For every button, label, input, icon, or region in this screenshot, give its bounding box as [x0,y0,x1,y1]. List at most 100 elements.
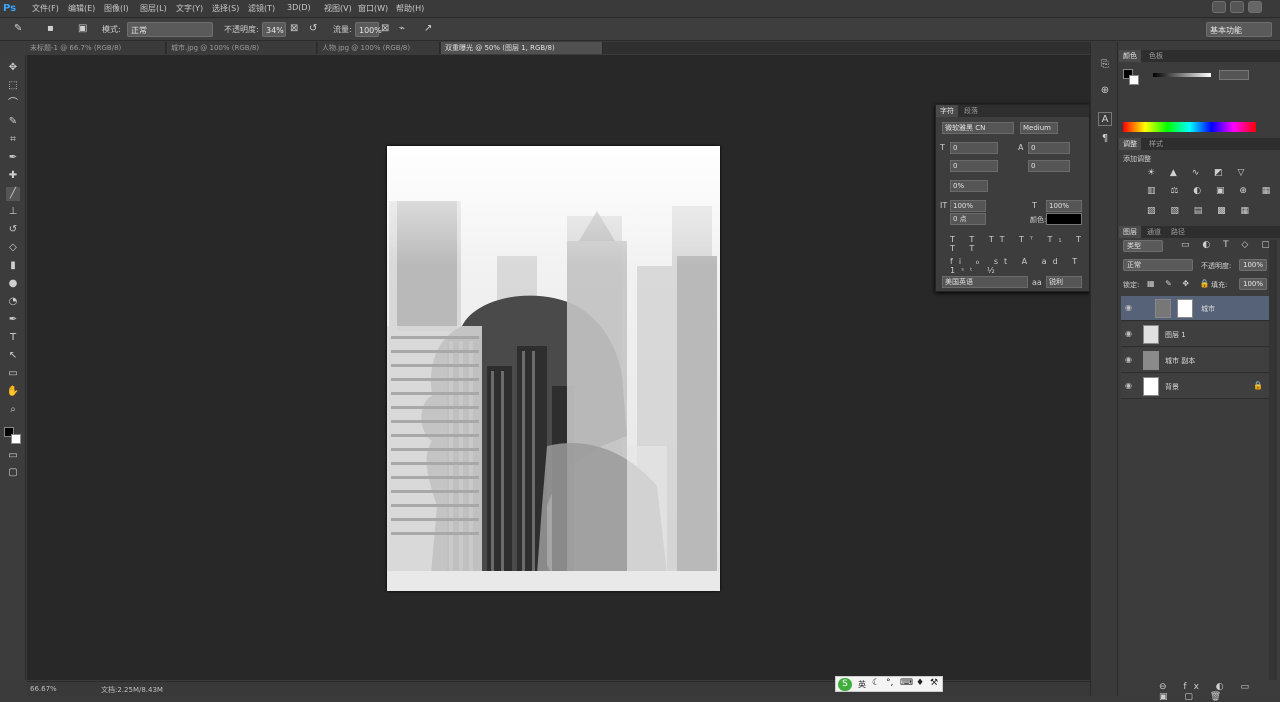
font-family-select[interactable]: 微软雅黑 CN [942,122,1014,134]
layer-mask-thumbnail[interactable] [1177,299,1193,318]
fill-field[interactable]: 100% [1239,278,1267,290]
color-sampler-icon[interactable]: ⊕ [1098,84,1112,98]
gradient-icon[interactable]: ▮ [6,259,20,273]
layer-actions-icons[interactable]: ⊖ fx ◐ ▭ ▣ ▢ 🗑 [1159,682,1280,702]
eraser-icon[interactable]: ◇ [6,241,20,255]
quick-select-icon[interactable]: ✎ [6,115,20,129]
minimize-button[interactable] [1212,1,1226,13]
layer-opacity-field[interactable]: 100% [1239,259,1267,271]
doc-tab[interactable]: 人物.jpg @ 100% (RGB/8) [318,42,440,54]
pen-icon[interactable]: ✒ [6,313,20,327]
layer-filter-icons[interactable]: ▭ ◐ T ◇ ▢ [1181,240,1275,250]
lasso-icon[interactable]: ⌒ [6,97,20,111]
menu-item[interactable]: 图层(L) [140,3,167,14]
zoom-icon[interactable]: ⌕ [6,403,20,417]
vertical-scale-field[interactable]: 100% [950,200,986,212]
menu-item[interactable]: 视图(V) [324,3,352,14]
doc-tab[interactable]: 未标题-1 @ 66.7% (RGB/8) [26,42,166,54]
horizontal-scale-field[interactable]: 100% [1046,200,1082,212]
tracking-field[interactable]: 0 [1028,160,1070,172]
quick-mask-icon[interactable]: ▭ [6,449,20,463]
canvas-area[interactable]: 字符 段落 微软雅黑 CN Medium T 0 A 0 0 0 0% IT 1… [27,55,1090,680]
layer-name[interactable]: 城市 副本 [1165,356,1195,366]
lock-icons[interactable]: ▦ ✎ ✥ 🔒 [1147,279,1214,288]
move-icon[interactable]: ✥ [6,61,20,75]
leading-field[interactable]: 0 [1028,142,1070,154]
color-value-field[interactable] [1219,70,1249,80]
brush-icon[interactable]: ╱ [6,187,20,201]
flow-dropdown-icon[interactable]: ⊠ [381,22,389,36]
document-canvas[interactable] [387,146,720,591]
language-select[interactable]: 美国英语 [942,276,1028,288]
tab-swatches[interactable]: 色板 [1145,50,1167,62]
brush-size-icon[interactable]: ▪ [47,22,54,36]
pressure-size-icon[interactable]: ↗ [424,22,432,36]
blend-mode-select[interactable]: 正常 [1123,259,1193,271]
layer-row[interactable]: ◉ 城市 [1121,296,1271,321]
punctuation-icon[interactable]: °, [886,678,893,688]
layer-row[interactable]: ◉ 背景 🔒 [1121,374,1271,399]
adjust-row1-icons[interactable]: ☀ ▲ ∿ ◩ ▽ [1147,168,1250,178]
ime-lang-icon[interactable]: 英 [858,679,866,690]
path-select-icon[interactable]: ↖ [6,349,20,363]
shape-icon[interactable]: ▭ [6,367,20,381]
color-bg-swatch[interactable] [1129,75,1139,85]
tab-styles[interactable]: 样式 [1145,138,1167,150]
visibility-eye-icon[interactable]: ◉ [1125,355,1132,364]
pressure-opacity-icon[interactable]: ↺ [309,22,317,36]
ime-logo-icon[interactable]: S [838,678,852,691]
moon-icon[interactable]: ☾ [872,678,880,688]
visibility-eye-icon[interactable]: ◉ [1125,381,1132,390]
adjust-row3-icons[interactable]: ▨ ▧ ▤ ▩ ▦ [1147,206,1255,216]
skin-icon[interactable]: ♦ [916,678,924,688]
mode-select[interactable]: 正常 [127,22,213,37]
history-icon[interactable]: ⎘ [1098,58,1112,72]
menu-item[interactable]: 滤镜(T) [248,3,275,14]
opacity-pressure-icon[interactable]: ⊠ [290,22,298,36]
layer-row[interactable]: ◉ 图层 1 [1121,322,1271,347]
zoom-readout[interactable]: 66.67% [30,685,57,693]
character-icon[interactable]: A [1098,112,1112,126]
scale-percent-field[interactable]: 0% [950,180,988,192]
menu-item[interactable]: 选择(S) [212,3,239,14]
adjust-row2-icons[interactable]: ▥ ⚖ ◐ ▣ ⊕ ▦ [1147,186,1276,196]
tab-channels[interactable]: 通道 [1143,226,1165,238]
menu-item[interactable]: 图像(I) [104,3,129,14]
antialias-select[interactable]: 锐利 [1046,276,1082,288]
layer-name[interactable]: 图层 1 [1165,330,1186,340]
eyedropper-icon[interactable]: ✒ [6,151,20,165]
layer-name[interactable]: 背景 [1165,382,1179,392]
screen-mode-icon[interactable]: ▢ [6,466,20,480]
color-slider[interactable] [1153,73,1211,77]
workspace-select[interactable]: 基本功能 [1206,22,1272,37]
tab-paths[interactable]: 路径 [1167,226,1189,238]
layer-name[interactable]: 城市 [1201,304,1215,314]
close-button[interactable] [1248,1,1262,13]
visibility-eye-icon[interactable]: ◉ [1125,329,1132,338]
tab-paragraph[interactable]: 段落 [960,105,982,117]
wrench-icon[interactable]: ⚒ [930,678,938,688]
menu-item[interactable]: 编辑(E) [68,3,95,14]
layers-scrollbar[interactable] [1269,240,1277,680]
background-color-swatch[interactable] [11,434,21,444]
keyboard-icon[interactable]: ⌨ [900,678,913,688]
airbrush-icon[interactable]: ⌁ [399,22,405,36]
opacity-field[interactable]: 34% [262,22,286,37]
opentype-icons[interactable]: fi ℴ st A ad T 1ˢᵗ ½ [950,257,1089,275]
dodge-icon[interactable]: ◔ [6,295,20,309]
doc-tab-active[interactable]: 双重曝光 @ 50% (图层 1, RGB/8) [441,42,603,54]
hand-icon[interactable]: ✋ [6,385,20,399]
menu-item[interactable]: 文件(F) [32,3,59,14]
tab-layers[interactable]: 图层 [1119,226,1141,238]
tab-character[interactable]: 字符 [936,105,958,117]
doc-tab[interactable]: 城市.jpg @ 100% (RGB/8) [167,42,317,54]
crop-icon[interactable]: ⌗ [6,133,20,147]
brush-panel-icon[interactable]: ▣ [78,22,87,36]
type-icon[interactable]: T [6,331,20,345]
font-style-select[interactable]: Medium [1020,122,1058,134]
brush-preset-icon[interactable]: ✎ [14,22,22,36]
healing-icon[interactable]: ✚ [6,169,20,183]
color-spectrum[interactable] [1123,122,1256,132]
marquee-icon[interactable]: ⬚ [6,79,20,93]
tab-adjustments[interactable]: 调整 [1119,138,1141,150]
